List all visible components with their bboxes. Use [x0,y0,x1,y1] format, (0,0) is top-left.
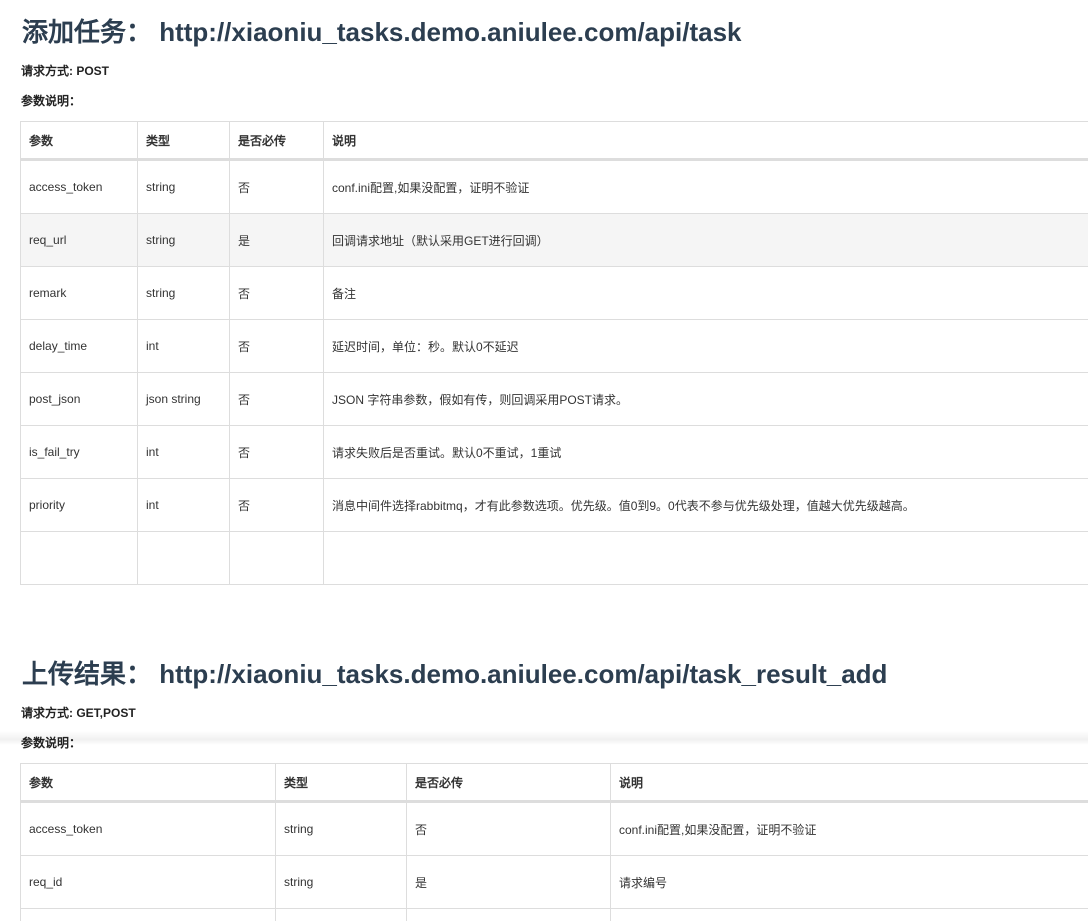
column-header-param: 参数 [20,763,276,803]
column-header-type: 类型 [275,763,407,803]
column-header-type: 类型 [137,121,230,161]
column-header-required: 是否必传 [406,763,611,803]
upload-result-params-label: 参数说明： [21,736,82,750]
param-required: 否 [229,266,324,320]
param-description: 请求编号 [610,855,1088,909]
param-name: req_id [20,855,276,909]
upload-result-title: 上传结果： http://xiaoniu_tasks.demo.aniulee.… [22,659,888,689]
table-row: is_fail_try int 否 请求失败后是否重试。默认0不重试，1重试 [20,425,1088,479]
column-header-description: 说明 [323,121,1088,161]
param-description: 延迟时间，单位：秒。默认0不延迟 [323,319,1088,373]
param-description [610,908,1088,921]
add-task-section: 添加任务： http://xiaoniu_tasks.demo.aniulee.… [20,14,1088,585]
param-description: conf.ini配置,如果没配置，证明不验证 [323,159,1088,214]
add-task-title: 添加任务： http://xiaoniu_tasks.demo.aniulee.… [22,17,742,47]
param-type [137,531,230,585]
param-name: remark [20,266,138,320]
param-type [275,908,407,921]
table-row-empty [20,908,1088,921]
column-header-param: 参数 [20,121,138,161]
add-task-method: 请求方式: POST [21,64,110,78]
param-type: string [275,801,407,856]
param-type: int [137,425,230,479]
param-required: 否 [229,372,324,426]
table-header-row: 参数 类型 是否必传 说明 [20,763,1088,803]
upload-result-method: 请求方式: GET,POST [21,706,136,720]
param-required: 是 [229,213,324,267]
column-header-required: 是否必传 [229,121,324,161]
upload-result-section: 上传结果： http://xiaoniu_tasks.demo.aniulee.… [20,656,1088,921]
param-name: access_token [20,801,276,856]
param-name [20,531,138,585]
param-name: priority [20,478,138,532]
param-required: 是 [406,855,611,909]
param-description: 回调请求地址（默认采用GET进行回调） [323,213,1088,267]
param-description: 消息中间件选择rabbitmq，才有此参数选项。优先级。值0到9。0代表不参与优… [323,478,1088,532]
table-row: req_id string 是 请求编号 [20,855,1088,909]
param-description: conf.ini配置,如果没配置，证明不验证 [610,801,1088,856]
param-description: 请求失败后是否重试。默认0不重试，1重试 [323,425,1088,479]
param-description [323,531,1088,585]
table-row: priority int 否 消息中间件选择rabbitmq，才有此参数选项。优… [20,478,1088,532]
param-name: req_url [20,213,138,267]
param-description: JSON 字符串参数，假如有传，则回调采用POST请求。 [323,372,1088,426]
table-row-empty [20,531,1088,585]
param-type: json string [137,372,230,426]
param-required: 否 [229,159,324,214]
param-required [229,531,324,585]
column-header-description: 说明 [610,763,1088,803]
table-row: access_token string 否 conf.ini配置,如果没配置，证… [20,159,1088,214]
param-required: 否 [229,319,324,373]
param-type: string [137,159,230,214]
table-row: delay_time int 否 延迟时间，单位：秒。默认0不延迟 [20,319,1088,373]
param-name: access_token [20,159,138,214]
table-row: req_url string 是 回调请求地址（默认采用GET进行回调） [20,213,1088,267]
add-task-params-table: 参数 类型 是否必传 说明 access_token string 否 conf… [20,121,1088,585]
param-required: 否 [229,425,324,479]
param-name: is_fail_try [20,425,138,479]
table-row: access_token string 否 conf.ini配置,如果没配置，证… [20,801,1088,856]
param-name: delay_time [20,319,138,373]
add-task-params-label: 参数说明： [21,94,82,108]
table-header-row: 参数 类型 是否必传 说明 [20,121,1088,161]
param-type: string [137,266,230,320]
table-row: remark string 否 备注 [20,266,1088,320]
param-name: post_json [20,372,138,426]
param-type: int [137,478,230,532]
param-type: string [275,855,407,909]
param-type: int [137,319,230,373]
table-row: post_json json string 否 JSON 字符串参数，假如有传，… [20,372,1088,426]
upload-result-params-table: 参数 类型 是否必传 说明 access_token string 否 conf… [20,763,1088,921]
param-type: string [137,213,230,267]
param-name [20,908,276,921]
param-description: 备注 [323,266,1088,320]
param-required [406,908,611,921]
param-required: 否 [229,478,324,532]
param-required: 否 [406,801,611,856]
